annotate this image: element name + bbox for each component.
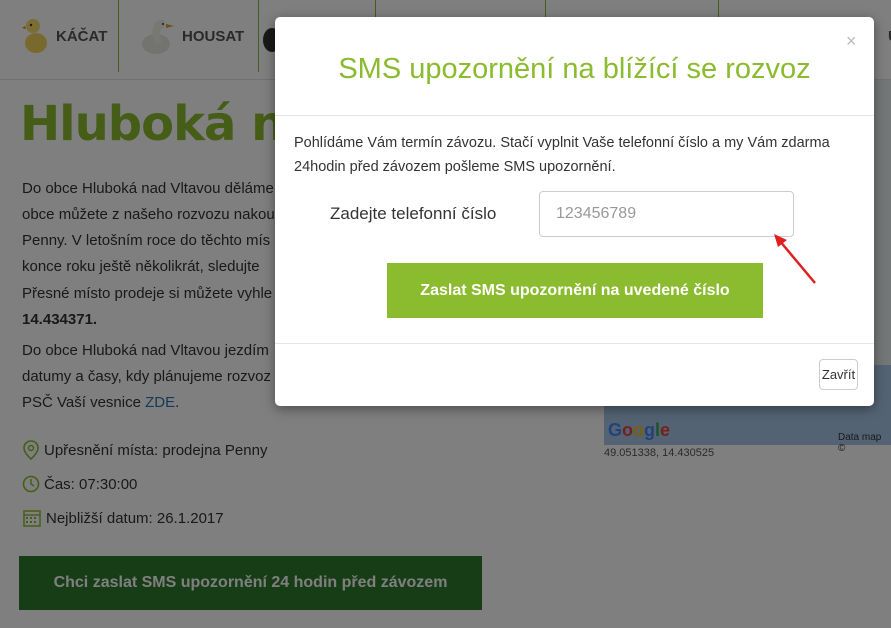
sms-modal: SMS upozornění na blížící se rozvoz × Po… xyxy=(275,17,874,406)
modal-header: SMS upozornění na blížící se rozvoz × xyxy=(275,17,874,116)
phone-input[interactable] xyxy=(539,191,794,237)
modal-title: SMS upozornění na blížící se rozvoz xyxy=(338,53,811,85)
close-button[interactable]: Zavřít xyxy=(819,359,858,390)
send-sms-button[interactable]: Zaslat SMS upozornění na uvedené číslo xyxy=(387,263,763,318)
red-arrow-icon xyxy=(774,234,816,284)
close-icon[interactable]: × xyxy=(846,31,857,52)
modal-description: Pohlídáme Vám termín závozu. Stačí vypln… xyxy=(294,135,830,175)
modal-footer-divider xyxy=(275,343,874,344)
phone-label: Zadejte telefonní číslo xyxy=(330,204,497,223)
